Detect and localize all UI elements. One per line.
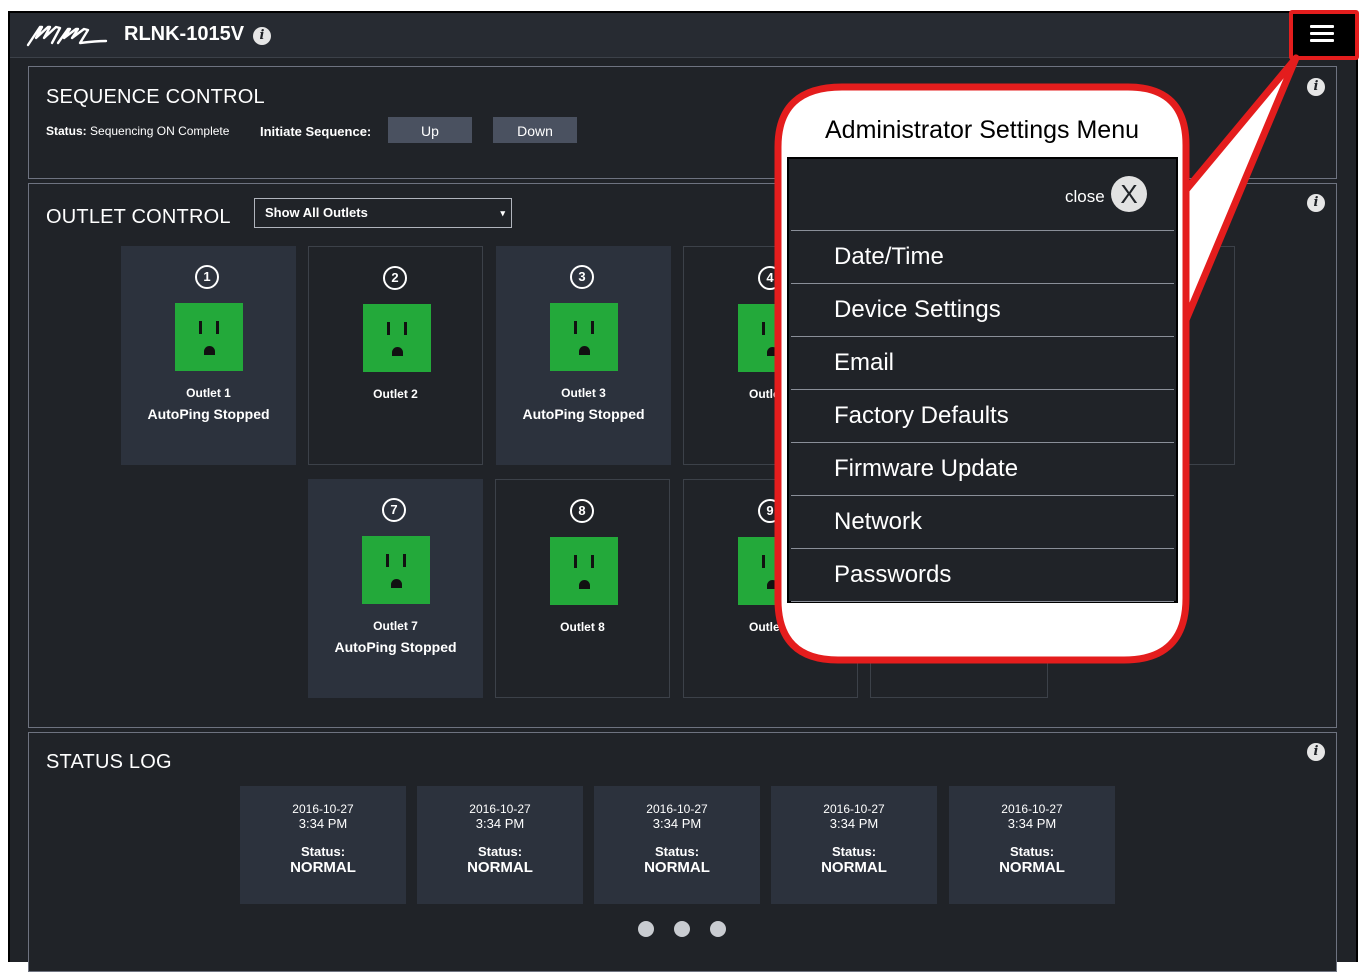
close-label[interactable]: close — [1065, 187, 1105, 207]
callout-title: Administrator Settings Menu — [824, 116, 1140, 144]
menu-item-label: Date/Time — [834, 243, 944, 270]
menu-item-firmware-update[interactable]: Firmware Update — [791, 443, 1174, 496]
menu-item-date-time[interactable]: Date/Time — [791, 231, 1174, 284]
menu-item-label: Network — [834, 508, 923, 535]
menu-close-row: close X — [791, 159, 1174, 231]
menu-item-network[interactable]: Network — [791, 496, 1174, 549]
menu-item-label: Firmware Update — [834, 455, 1019, 482]
admin-settings-menu: close X Date/Time Device Settings Email … — [787, 157, 1178, 603]
menu-item-factory-defaults[interactable]: Factory Defaults — [791, 390, 1174, 443]
menu-item-label: Passwords — [834, 561, 952, 588]
menu-item-device-settings[interactable]: Device Settings — [791, 284, 1174, 337]
menu-item-label: Device Settings — [834, 296, 1001, 323]
menu-item-email[interactable]: Email — [791, 337, 1174, 390]
menu-item-label: Email — [834, 349, 895, 376]
menu-item-passwords[interactable]: Passwords — [791, 549, 1174, 602]
menu-item-label: Factory Defaults — [834, 402, 1009, 429]
close-icon[interactable]: X — [1111, 176, 1147, 212]
